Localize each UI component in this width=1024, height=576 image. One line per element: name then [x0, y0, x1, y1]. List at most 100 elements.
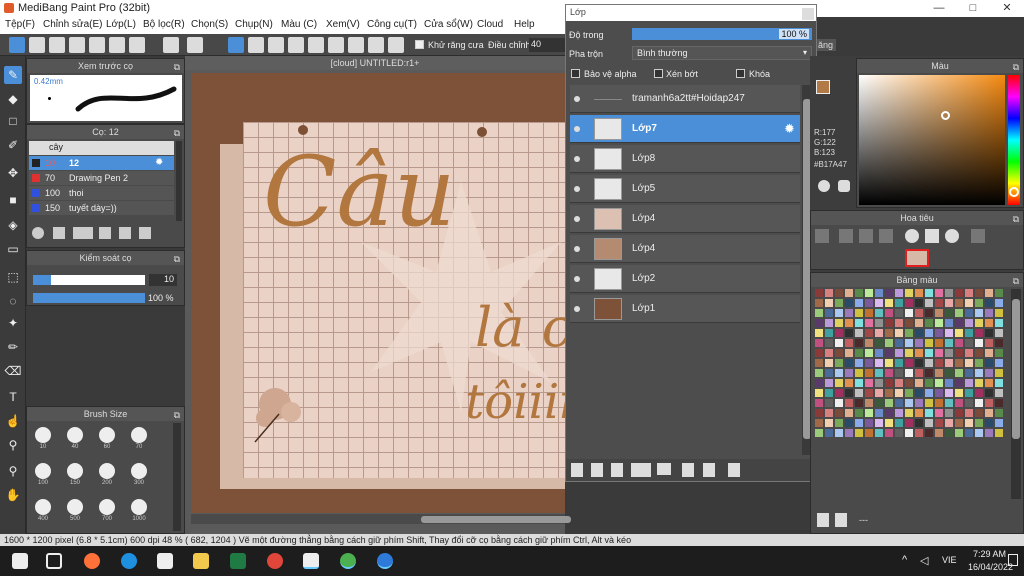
eyedropper-tool-icon[interactable]: ⚲ — [4, 436, 22, 454]
palette-swatch[interactable] — [965, 339, 973, 347]
palette-swatch[interactable] — [935, 429, 943, 437]
hue-slider[interactable] — [1008, 75, 1020, 205]
palette-swatch[interactable] — [995, 329, 1003, 337]
palette-swatch[interactable] — [915, 429, 923, 437]
palette-swatch[interactable] — [865, 349, 873, 357]
brush-group-row[interactable]: cây — [29, 141, 174, 155]
palette-swatch[interactable] — [965, 429, 973, 437]
palette-swatch[interactable] — [895, 289, 903, 297]
palette-swatch[interactable] — [885, 429, 893, 437]
palette-swatch[interactable] — [935, 369, 943, 377]
palette-swatch[interactable] — [855, 349, 863, 357]
palette-swatch[interactable] — [865, 289, 873, 297]
palette-swatch[interactable] — [915, 299, 923, 307]
brush-size-cell[interactable]: 200 — [93, 459, 121, 491]
popout-icon[interactable]: ⧉ — [1013, 212, 1019, 226]
palette-swatch[interactable] — [875, 419, 883, 427]
palette-swatch[interactable] — [945, 429, 953, 437]
palette-swatch[interactable] — [985, 309, 993, 317]
copy-brush-icon[interactable] — [99, 227, 111, 239]
palette-swatch[interactable] — [925, 309, 933, 317]
palette-swatch[interactable] — [925, 409, 933, 417]
palette-swatch[interactable] — [895, 399, 903, 407]
palette-swatch[interactable] — [965, 409, 973, 417]
palette-swatch[interactable] — [835, 399, 843, 407]
palette-swatch[interactable] — [985, 389, 993, 397]
palette-swatch[interactable] — [885, 319, 893, 327]
palette-swatch[interactable] — [825, 379, 833, 387]
visibility-eye-icon[interactable] — [574, 156, 580, 162]
palette-swatch[interactable] — [935, 379, 943, 387]
palette-swatch[interactable] — [965, 379, 973, 387]
palette-swatch[interactable] — [865, 369, 873, 377]
palette-swatch[interactable] — [925, 379, 933, 387]
palette-swatch[interactable] — [895, 309, 903, 317]
palette-swatch[interactable] — [895, 379, 903, 387]
brush-size-cell[interactable]: 10 — [29, 423, 57, 455]
palette-swatch[interactable] — [845, 359, 853, 367]
palette-swatch[interactable] — [915, 419, 923, 427]
palette-swatch[interactable] — [905, 319, 913, 327]
palette-swatch[interactable] — [855, 309, 863, 317]
menu-capture[interactable]: Chụp(N) — [235, 19, 273, 30]
gear-icon[interactable]: ✹ — [155, 157, 163, 168]
palette-swatch[interactable] — [905, 329, 913, 337]
antialias-checkbox[interactable] — [415, 40, 424, 49]
brush-size-cell[interactable]: 60 — [93, 423, 121, 455]
palette-swatch[interactable] — [985, 409, 993, 417]
palette-swatch[interactable] — [815, 399, 823, 407]
visibility-eye-icon[interactable] — [574, 216, 580, 222]
chrome-profile-icon[interactable] — [340, 553, 356, 569]
menu-view[interactable]: Xem(V) — [326, 19, 360, 30]
page-icon[interactable] — [89, 37, 105, 53]
palette-swatch[interactable] — [835, 409, 843, 417]
palette-swatch[interactable] — [905, 429, 913, 437]
palette-swatch[interactable] — [815, 289, 823, 297]
layer-row[interactable]: Lớp2 — [570, 265, 800, 293]
palette-swatch[interactable] — [995, 409, 1003, 417]
palette-swatch[interactable] — [825, 299, 833, 307]
palette-swatch[interactable] — [895, 409, 903, 417]
palette-swatch[interactable] — [985, 399, 993, 407]
add-brush-icon[interactable] — [73, 227, 93, 239]
add-layer-menu-icon[interactable] — [631, 463, 651, 477]
popout-icon[interactable]: ⧉ — [174, 126, 180, 140]
layer-row[interactable]: Lớp4 — [570, 235, 800, 263]
palette-square-icon[interactable] — [838, 180, 850, 192]
palette-swatch[interactable] — [965, 299, 973, 307]
palette-swatch[interactable] — [935, 399, 943, 407]
palette-swatch[interactable] — [845, 409, 853, 417]
menu-cloud[interactable]: Cloud — [477, 19, 503, 30]
palette-swatch[interactable] — [865, 389, 873, 397]
palette-swatch[interactable] — [925, 289, 933, 297]
layer-row[interactable]: tramanh6a2tt#Hoidap247 — [570, 85, 800, 113]
palette-swatch[interactable] — [815, 349, 823, 357]
palette-swatch[interactable] — [915, 309, 923, 317]
palette-swatch[interactable] — [855, 399, 863, 407]
palette-swatch[interactable] — [895, 319, 903, 327]
palette-swatch[interactable] — [895, 389, 903, 397]
palette-swatch[interactable] — [885, 419, 893, 427]
palette-swatch[interactable] — [995, 339, 1003, 347]
palette-swatch[interactable] — [915, 339, 923, 347]
canvas-tab[interactable]: [cloud] UNTITLED:r1+ — [185, 56, 565, 70]
palette-swatch[interactable] — [815, 319, 823, 327]
palette-swatch[interactable] — [975, 379, 983, 387]
palette-swatch[interactable] — [965, 319, 973, 327]
palette-swatch[interactable] — [825, 289, 833, 297]
palette-swatch[interactable] — [855, 409, 863, 417]
hue-handle[interactable] — [1009, 187, 1019, 197]
palette-swatch[interactable] — [945, 329, 953, 337]
palette-swatch[interactable] — [985, 329, 993, 337]
snap-parallel-icon[interactable] — [248, 37, 264, 53]
palette-swatch[interactable] — [875, 309, 883, 317]
clock-time[interactable]: 7:29 AM — [973, 549, 1006, 559]
palette-swatch[interactable] — [905, 289, 913, 297]
palette-swatch[interactable] — [925, 419, 933, 427]
palette-swatch[interactable] — [925, 399, 933, 407]
palette-swatch[interactable] — [865, 299, 873, 307]
palette-swatch[interactable] — [975, 389, 983, 397]
palette-swatch[interactable] — [885, 399, 893, 407]
palette-swatch[interactable] — [855, 389, 863, 397]
palette-swatch[interactable] — [985, 339, 993, 347]
